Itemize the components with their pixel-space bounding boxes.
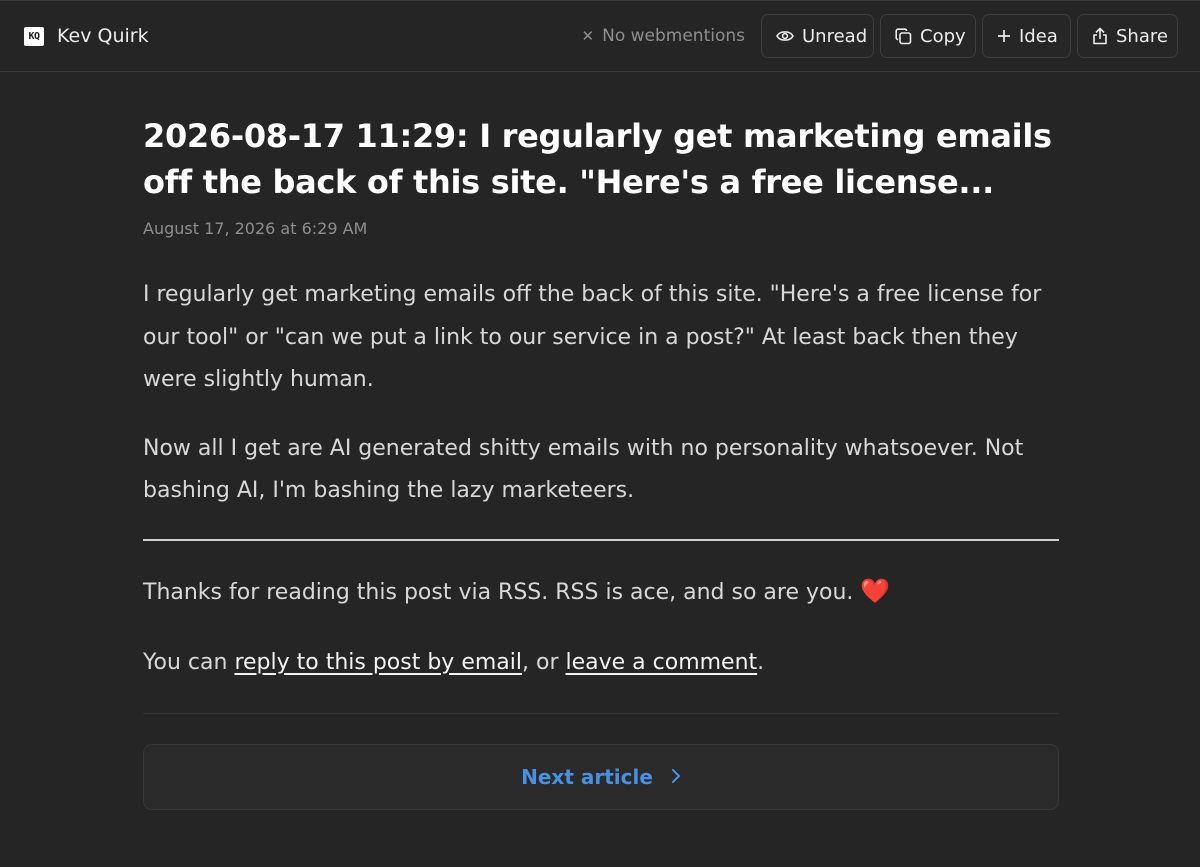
reader-window: KQ Kev Quirk ✕ No webmentions Unread Cop… (0, 0, 1200, 867)
idea-button[interactable]: Idea (982, 14, 1071, 58)
share-icon (1092, 27, 1108, 45)
chevron-right-icon (671, 765, 681, 789)
heart-icon: ❤️ (860, 576, 891, 605)
copy-label: Copy (920, 25, 966, 47)
site-name: Kev Quirk (57, 25, 149, 47)
eye-icon (776, 29, 794, 43)
x-icon: ✕ (581, 27, 595, 45)
idea-label: Idea (1019, 25, 1058, 47)
rss-footer: Thanks for reading this post via RSS. RS… (143, 571, 1059, 683)
reply-prefix: You can (143, 649, 235, 675)
leave-comment-link[interactable]: leave a comment (565, 650, 757, 675)
post-title: 2026-08-17 11:29: I regularly get market… (143, 117, 1052, 201)
top-bar: KQ Kev Quirk ✕ No webmentions Unread Cop… (0, 1, 1200, 72)
share-label: Share (1116, 25, 1168, 47)
rss-note: Thanks for reading this post via RSS. RS… (143, 579, 854, 605)
copy-button[interactable]: Copy (880, 14, 976, 58)
unread-label: Unread (802, 25, 868, 47)
rss-note-line: Thanks for reading this post via RSS. RS… (143, 571, 1059, 613)
plus-icon (997, 29, 1011, 43)
article-actions: ✕ No webmentions Unread Copy Idea Share (582, 14, 1178, 58)
reply-by-email-link[interactable]: reply to this post by email (234, 650, 522, 675)
webmentions-label: No webmentions (602, 26, 745, 46)
body-paragraph: I regularly get marketing emails off the… (143, 282, 1042, 392)
next-article-button[interactable]: Next article (143, 743, 1059, 810)
share-button[interactable]: Share (1077, 14, 1178, 58)
feed-brand[interactable]: KQ Kev Quirk (24, 25, 149, 47)
post-body: I regularly get marketing emails off the… (143, 274, 1059, 513)
body-paragraph: Now all I get are AI generated shitty em… (143, 435, 1024, 504)
webmentions-status: ✕ No webmentions (582, 26, 745, 46)
post-date: August 17, 2026 at 6:29 AM (143, 219, 368, 238)
reply-suffix: . (757, 649, 765, 675)
next-article-label: Next article (521, 764, 653, 789)
divider (143, 712, 1059, 714)
unread-button[interactable]: Unread (761, 14, 874, 58)
site-logo: KQ (24, 26, 44, 46)
copy-icon (895, 27, 912, 45)
divider (143, 538, 1059, 541)
reply-middle: , or (522, 649, 566, 675)
article: 2026-08-17 11:29: I regularly get market… (143, 113, 1059, 810)
reply-line: You can reply to this post by email, or … (143, 643, 1059, 683)
